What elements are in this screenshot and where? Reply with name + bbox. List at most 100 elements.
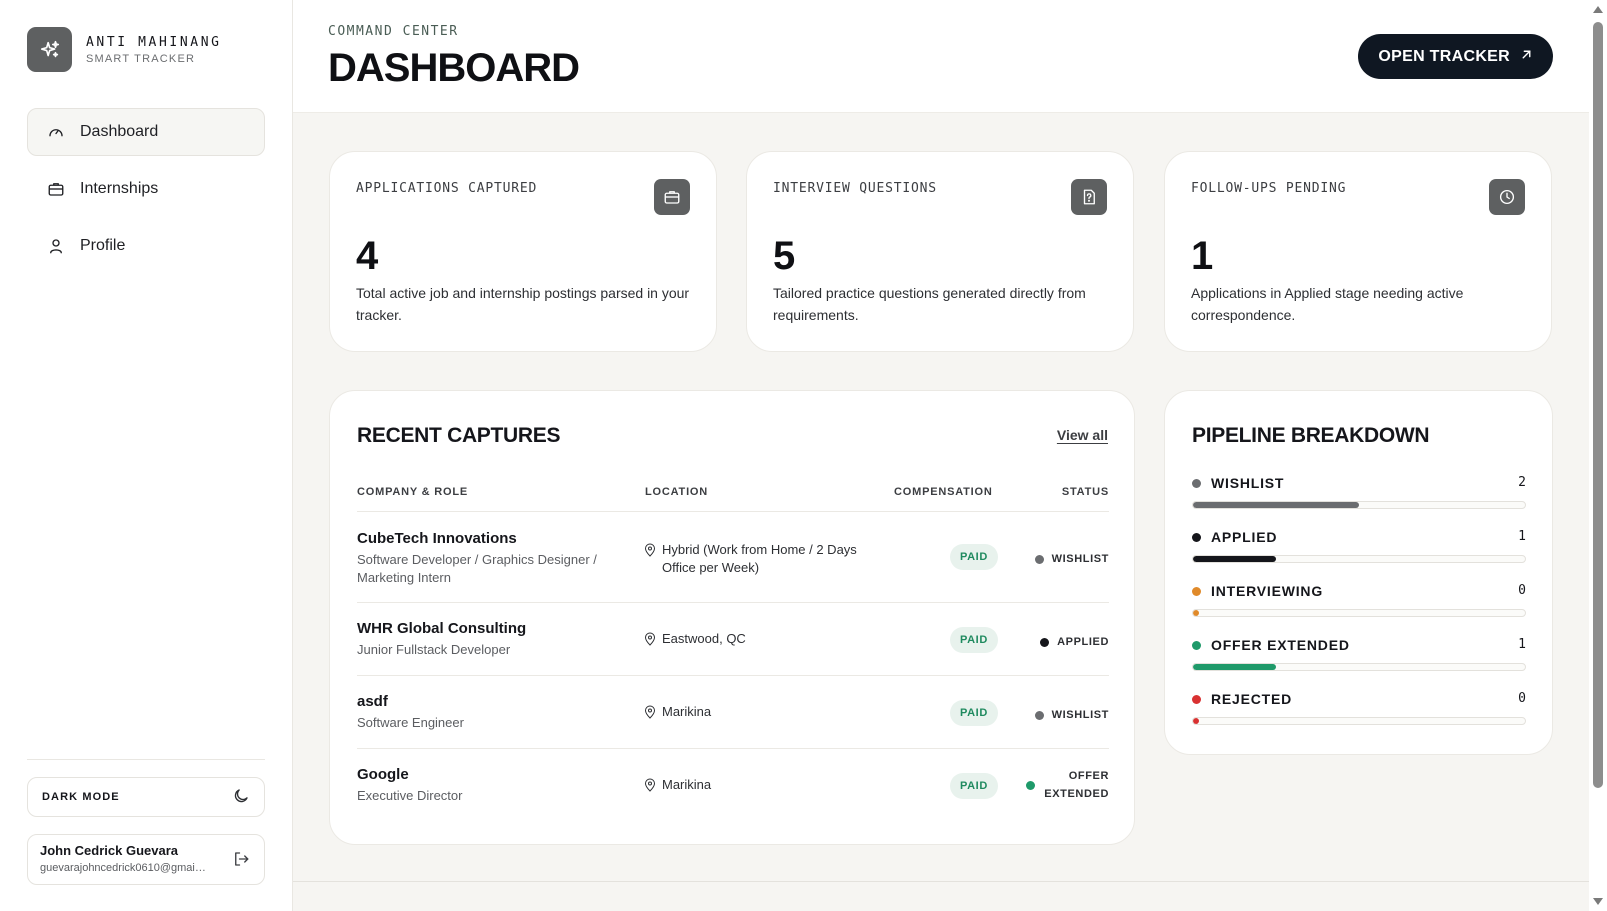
briefcase-icon (46, 179, 66, 199)
stage-label: INTERVIEWING (1211, 583, 1324, 599)
stage-dot (1192, 640, 1201, 650)
stat-value: 5 (773, 234, 796, 278)
user-name: John Cedrick Guevara (40, 843, 178, 858)
table-row[interactable]: CubeTech Innovations Software Developer … (357, 512, 1109, 603)
location: Hybrid (Work from Home / 2 Days Office p… (644, 541, 884, 577)
stage-progress-track (1192, 609, 1526, 617)
map-pin-icon (644, 543, 656, 557)
compensation-badge: PAID (950, 627, 998, 653)
table-row[interactable]: Google Executive Director Marikina PAID … (357, 749, 1109, 822)
sidebar-item-internships[interactable]: Internships (27, 165, 265, 213)
column-header-company-role: COMPANY & ROLE (357, 486, 469, 498)
footer-divider (293, 881, 1589, 882)
clock-icon (1489, 179, 1525, 215)
status-badge: WISHLIST (1034, 706, 1109, 724)
location-text: Eastwood, QC (662, 631, 746, 646)
stage-label: WISHLIST (1211, 475, 1285, 491)
stage-progress-fill (1193, 610, 1199, 616)
dark-mode-toggle[interactable]: DARK MODE (27, 777, 265, 817)
stat-label: APPLICATIONS CAPTURED (356, 181, 538, 196)
table-header: COMPANY & ROLE LOCATION COMPENSATION STA… (357, 475, 1109, 512)
table-row[interactable]: asdf Software Engineer Marikina PAID WIS… (357, 676, 1109, 749)
stat-label: INTERVIEW QUESTIONS (773, 181, 937, 196)
sidebar-item-label: Internships (80, 180, 159, 197)
dark-mode-label: DARK MODE (42, 791, 120, 803)
stage-label: REJECTED (1211, 691, 1293, 707)
stage-count: 0 (1518, 691, 1526, 706)
user-email: guevarajohncedrick0610@gmail.com (40, 862, 208, 874)
location: Marikina (644, 703, 884, 721)
sidebar-nav: Dashboard Internships Profile (27, 108, 265, 279)
brand-name: ANTI MAHINANG (86, 34, 222, 50)
stage-dot (1192, 694, 1201, 704)
scroll-up-icon[interactable] (1593, 6, 1603, 13)
user-icon (46, 236, 66, 256)
compensation-badge: PAID (950, 544, 998, 570)
stage-progress-fill (1193, 502, 1359, 508)
location-text: Marikina (662, 704, 712, 719)
status-badge: OFFER EXTENDED (1026, 767, 1109, 803)
stage-count: 1 (1518, 529, 1526, 544)
stage-progress-track (1192, 717, 1526, 725)
pipeline-stage-interviewing: INTERVIEWING 0 (1192, 583, 1526, 637)
status-dot (1026, 780, 1035, 790)
gauge-icon (46, 122, 66, 142)
pipeline-list: WISHLIST 2 APPLIED 1 INTERVIEWING 0 OFFE… (1192, 475, 1526, 745)
stage-dot (1192, 478, 1201, 488)
pipeline-breakdown-card: PIPELINE BREAKDOWN WISHLIST 2 APPLIED 1 … (1164, 390, 1553, 755)
column-header-compensation: COMPENSATION (894, 486, 993, 498)
scroll-thumb[interactable] (1593, 22, 1603, 788)
sidebar-divider (27, 759, 265, 760)
scroll-down-icon[interactable] (1593, 898, 1603, 905)
pipeline-stage-offer-extended: OFFER EXTENDED 1 (1192, 637, 1526, 691)
compensation-badge: PAID (950, 773, 998, 799)
company-name: Google (357, 766, 409, 783)
stage-progress-track (1192, 501, 1526, 509)
recent-captures-title: RECENT CAPTURES (357, 424, 561, 447)
pipeline-stage-applied: APPLIED 1 (1192, 529, 1526, 583)
stat-description: Applications in Applied stage needing ac… (1191, 285, 1464, 323)
status-text: APPLIED (1057, 636, 1109, 648)
company-name: WHR Global Consulting (357, 620, 527, 637)
pipeline-stage-rejected: REJECTED 0 (1192, 691, 1526, 745)
sidebar-item-dashboard[interactable]: Dashboard (27, 108, 265, 156)
brand-subtitle: SMART TRACKER (86, 52, 196, 65)
stage-count: 1 (1518, 637, 1526, 652)
company-name: asdf (357, 693, 388, 710)
stat-card-interview-questions: INTERVIEW QUESTIONS 5 Tailored practice … (746, 151, 1134, 352)
location-text: Hybrid (Work from Home / 2 Days Office p… (662, 542, 857, 575)
company-name: CubeTech Innovations (357, 530, 517, 547)
status-dot (1034, 710, 1044, 720)
moon-icon (232, 787, 250, 808)
stage-count: 0 (1518, 583, 1526, 598)
map-pin-icon (644, 705, 656, 719)
stage-dot (1192, 532, 1201, 542)
open-tracker-label: OPEN TRACKER (1378, 47, 1510, 65)
location: Marikina (644, 776, 884, 794)
location: Eastwood, QC (644, 630, 884, 648)
status-text: WISHLIST (1051, 709, 1109, 721)
stat-card-follow-ups: FOLLOW-UPS PENDING 1 Applications in App… (1164, 151, 1552, 352)
logout-icon[interactable] (232, 850, 250, 873)
brand[interactable]: ANTI MAHINANG SMART TRACKER (27, 27, 222, 72)
status-badge: WISHLIST (1034, 550, 1109, 568)
briefcase-icon (654, 179, 690, 215)
stage-label: APPLIED (1211, 529, 1278, 545)
stat-value: 4 (356, 234, 379, 278)
stat-label: FOLLOW-UPS PENDING (1191, 181, 1347, 196)
question-file-icon (1071, 179, 1107, 215)
sidebar-item-profile[interactable]: Profile (27, 222, 265, 270)
column-header-status: STATUS (1061, 486, 1109, 498)
stage-progress-fill (1193, 718, 1199, 724)
view-all-link[interactable]: View all (1057, 427, 1108, 443)
stage-progress-fill (1193, 664, 1276, 670)
role-title: Software Engineer (357, 715, 464, 730)
role-title: Executive Director (357, 788, 463, 803)
open-tracker-button[interactable]: OPEN TRACKER (1358, 34, 1553, 79)
page-title: DASHBOARD (328, 46, 580, 90)
map-pin-icon (644, 778, 656, 792)
table-row[interactable]: WHR Global Consulting Junior Fullstack D… (357, 603, 1109, 676)
stat-description: Total active job and internship postings… (356, 285, 690, 323)
page-scrollbar[interactable] (1589, 0, 1607, 911)
stat-value: 1 (1191, 234, 1214, 278)
